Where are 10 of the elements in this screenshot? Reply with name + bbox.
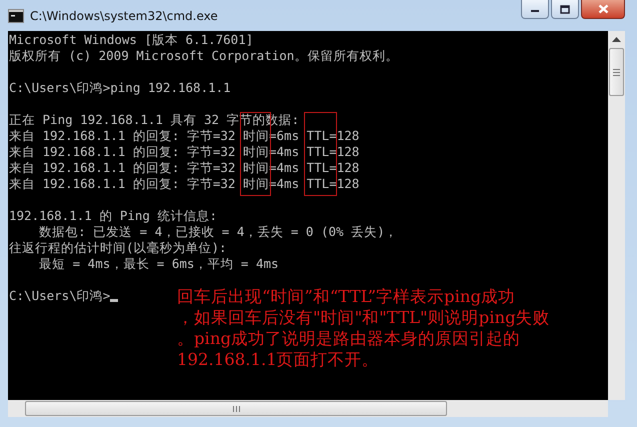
console-line: 版权所有 (c) 2009 Microsoft Corporation。保留所有权利。 xyxy=(9,48,398,64)
console-line: 192.168.1.1 的 Ping 统计信息: xyxy=(9,208,217,224)
console-line: 数据包: 已发送 = 4，已接收 = 4，丢失 = 0 (0% 丢失)， xyxy=(38,224,398,240)
console-line: C:\Users\印鸿> xyxy=(9,288,110,304)
console-line: Microsoft Windows [版本 6.1.7601] xyxy=(9,32,254,48)
annotation-text: 回车后出现“时间”和“TTL”字样表示ping成功 ，如果回车后没有"时间"和"TTL"则说明ping失败 。ping成功了说明是路由器本身的原因引起的 192.168.1.1页面打不开。 xyxy=(177,286,550,370)
console-line: 往返行程的估计时间(以毫秒为单位): xyxy=(9,240,227,256)
console-line: C:\Users\印鸿>ping 192.168.1.1 xyxy=(9,80,231,96)
window-title: C:\Windows\system32\cmd.exe xyxy=(30,8,218,22)
console-line: 最短 = 4ms，最长 = 6ms，平均 = 4ms xyxy=(38,256,279,272)
